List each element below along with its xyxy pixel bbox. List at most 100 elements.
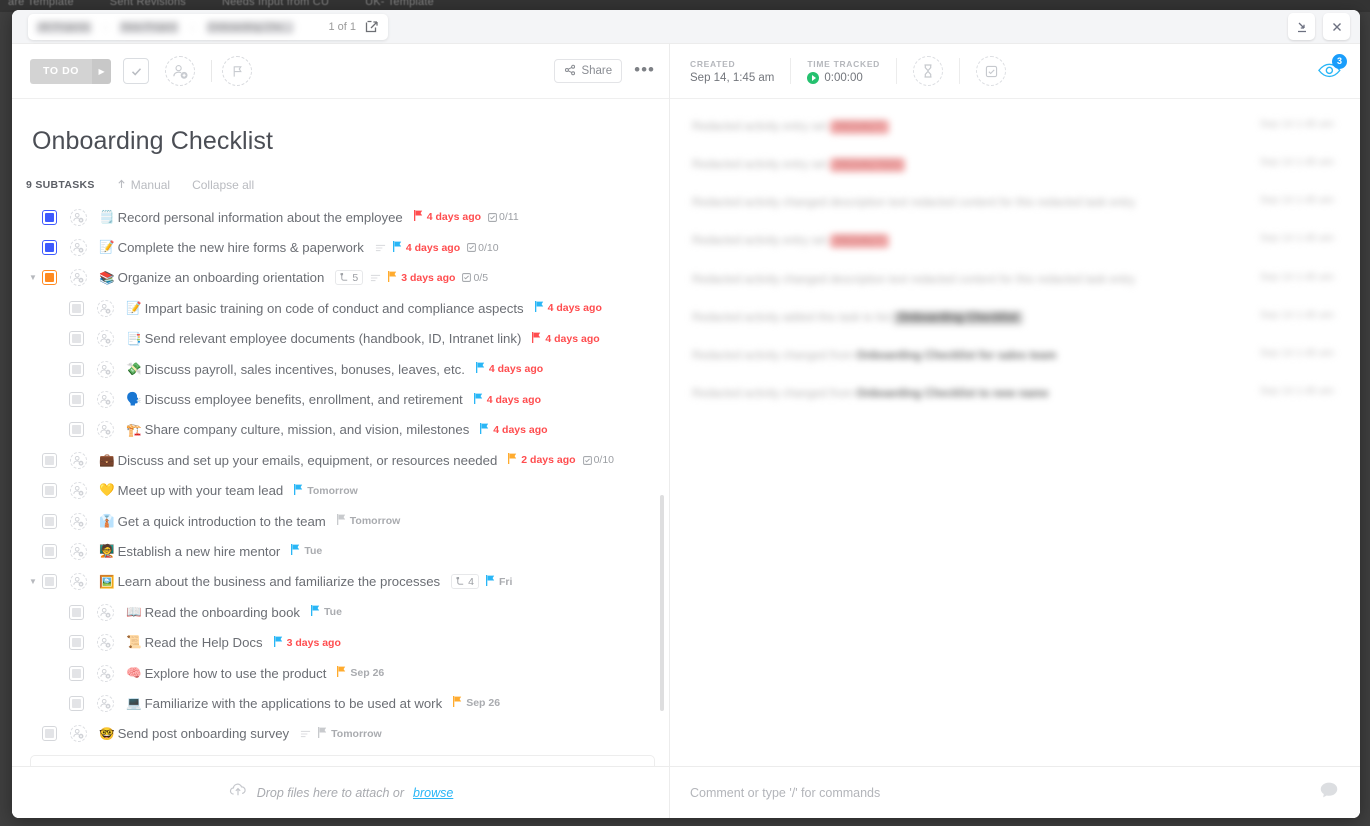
due-date-chip[interactable]: 3 days ago <box>388 270 455 285</box>
add-assignee-icon[interactable] <box>70 542 87 560</box>
add-assignee-icon[interactable] <box>97 391 114 409</box>
subtask-title[interactable]: Impart basic training on code of conduct… <box>145 301 524 316</box>
play-icon[interactable] <box>807 71 820 84</box>
subtask-row[interactable]: ▼📝Complete the new hire forms & paperwor… <box>12 232 669 262</box>
subtask-title[interactable]: Discuss payroll, sales incentives, bonus… <box>145 362 465 377</box>
add-assignee-icon[interactable] <box>165 56 196 86</box>
more-options-button[interactable]: ••• <box>634 61 655 82</box>
attachment-dropzone[interactable]: Drop files here to attach or browse <box>12 766 669 818</box>
subtask-title[interactable]: Familiarize with the applications to be … <box>145 696 443 711</box>
subtask-checkbox[interactable] <box>69 300 84 316</box>
add-assignee-icon[interactable] <box>97 603 114 621</box>
subtask-checkbox[interactable] <box>69 392 84 408</box>
subtask-row[interactable]: ▼🧠Explore how to use the productSep 26 <box>12 658 669 688</box>
add-assignee-icon[interactable] <box>97 694 114 712</box>
subtask-row[interactable]: ▼📖Read the onboarding bookTue <box>12 597 669 627</box>
subtask-checkbox[interactable] <box>42 726 57 742</box>
subtask-scrollbar[interactable] <box>660 495 664 711</box>
checklist-icon[interactable] <box>976 56 1007 86</box>
subtask-row[interactable]: ▼👔Get a quick introduction to the teamTo… <box>12 506 669 536</box>
hourglass-icon[interactable] <box>913 56 944 86</box>
comment-bar[interactable]: Comment or type '/' for commands <box>670 766 1360 818</box>
new-subtask-row[interactable]: New subtask <box>30 755 655 766</box>
subtask-row[interactable]: ▼📑Send relevant employee documents (hand… <box>12 324 669 354</box>
add-assignee-icon[interactable] <box>97 664 114 682</box>
add-assignee-icon[interactable] <box>97 634 114 652</box>
subtask-title[interactable]: Meet up with your team lead <box>118 483 284 498</box>
mark-complete-button[interactable] <box>123 58 150 84</box>
add-assignee-icon[interactable] <box>70 269 87 287</box>
subtask-checkbox[interactable] <box>42 483 57 499</box>
add-assignee-icon[interactable] <box>70 482 87 500</box>
subtask-row[interactable]: ▼💻Familiarize with the applications to b… <box>12 688 669 718</box>
subtask-row[interactable]: ▼💸Discuss payroll, sales incentives, bon… <box>12 354 669 384</box>
due-date-chip[interactable]: 4 days ago <box>532 331 600 346</box>
subtask-row[interactable]: ▼🗣️Discuss employee benefits, enrollment… <box>12 384 669 414</box>
due-date-chip[interactable]: Sep 26 <box>453 696 500 710</box>
share-button[interactable]: Share <box>554 59 623 83</box>
due-date-chip[interactable]: Tomorrow <box>336 514 400 528</box>
due-date-chip[interactable]: 4 days ago <box>392 240 460 255</box>
subtask-count-badge[interactable]: 4 <box>451 574 479 590</box>
subtask-title[interactable]: Send post onboarding survey <box>118 726 290 741</box>
due-date-chip[interactable]: Sep 26 <box>337 666 384 680</box>
page-title[interactable]: Onboarding Checklist <box>12 99 669 156</box>
watchers-button[interactable]: 3 <box>1316 53 1347 85</box>
subtask-title[interactable]: Read the onboarding book <box>145 605 300 620</box>
add-assignee-icon[interactable] <box>70 573 87 591</box>
due-date-chip[interactable]: Tomorrow <box>318 726 382 741</box>
subtask-title[interactable]: Learn about the business and familiarize… <box>118 574 441 589</box>
collapse-all-button[interactable]: Collapse all <box>192 178 254 192</box>
comment-bubble-icon[interactable] <box>1318 779 1340 806</box>
subtask-title[interactable]: Establish a new hire mentor <box>118 544 281 559</box>
time-tracked-field[interactable]: TIME TRACKED 0:00:00 <box>807 59 880 84</box>
subtask-checkbox[interactable] <box>42 543 57 559</box>
status-dropdown[interactable]: TO DO ▶ <box>30 58 112 84</box>
subtask-checkbox[interactable] <box>69 604 84 620</box>
subtask-title[interactable]: Discuss employee benefits, enrollment, a… <box>145 392 463 407</box>
subtask-row[interactable]: ▼ 📚 Organize an onboarding orientation 5 3 d… <box>12 263 669 293</box>
add-assignee-icon[interactable] <box>70 208 87 226</box>
subtask-title[interactable]: Discuss and set up your emails, equipmen… <box>118 453 498 468</box>
subtask-checkbox[interactable] <box>42 270 57 286</box>
subtask-row[interactable]: ▼🗒️Record personal information about the… <box>12 202 669 232</box>
due-date-chip[interactable]: 4 days ago <box>473 392 541 407</box>
subtask-row[interactable]: ▼💛Meet up with your team leadTomorrow <box>12 476 669 506</box>
expand-icon[interactable] <box>364 19 380 35</box>
add-assignee-icon[interactable] <box>70 725 87 743</box>
comment-input[interactable]: Comment or type '/' for commands <box>690 786 1318 800</box>
add-assignee-icon[interactable] <box>70 451 87 469</box>
subtask-title[interactable]: Record personal information about the em… <box>118 210 403 225</box>
subtask-checkbox[interactable] <box>42 513 57 529</box>
subtask-checkbox[interactable] <box>69 695 84 711</box>
sort-manual-button[interactable]: Manual <box>117 178 170 192</box>
subtask-row[interactable]: ▼📝Impart basic training on code of condu… <box>12 293 669 323</box>
add-assignee-icon[interactable] <box>97 421 114 439</box>
subtask-checkbox[interactable] <box>42 574 57 590</box>
due-date-chip[interactable]: 2 days ago <box>508 453 576 467</box>
subtask-checkbox[interactable] <box>69 665 84 681</box>
priority-flag-icon[interactable] <box>222 56 253 86</box>
subtask-checkbox[interactable] <box>69 361 84 377</box>
subtask-checkbox[interactable] <box>42 240 57 256</box>
subtask-row[interactable]: ▼🧑‍🏫Establish a new hire mentorTue <box>12 536 669 566</box>
subtask-title[interactable]: Explore how to use the product <box>145 666 327 681</box>
chevron-down-icon[interactable]: ▼ <box>26 577 40 586</box>
due-date-chip[interactable]: 4 days ago <box>475 362 543 376</box>
subtask-row[interactable]: ▼ 🖼️ Learn about the business and familiar… <box>12 567 669 597</box>
subtask-title[interactable]: Complete the new hire forms & paperwork <box>118 240 364 255</box>
subtask-title[interactable]: Organize an onboarding orientation <box>118 270 325 285</box>
due-date-chip[interactable]: 4 days ago <box>413 210 481 224</box>
due-date-chip[interactable]: 3 days ago <box>273 635 341 650</box>
subtask-title[interactable]: Get a quick introduction to the team <box>118 514 326 529</box>
subtask-title[interactable]: Read the Help Docs <box>145 635 263 650</box>
add-assignee-icon[interactable] <box>97 330 114 348</box>
due-date-chip[interactable]: Tue <box>291 544 322 558</box>
subtask-title[interactable]: Send relevant employee documents (handbo… <box>145 331 522 346</box>
add-assignee-icon[interactable] <box>97 299 114 317</box>
subtask-checkbox[interactable] <box>69 635 84 651</box>
subtask-checkbox[interactable] <box>69 331 84 347</box>
add-assignee-icon[interactable] <box>70 239 87 257</box>
subtask-title[interactable]: Share company culture, mission, and visi… <box>145 422 470 437</box>
due-date-chip[interactable]: Fri <box>485 574 512 589</box>
